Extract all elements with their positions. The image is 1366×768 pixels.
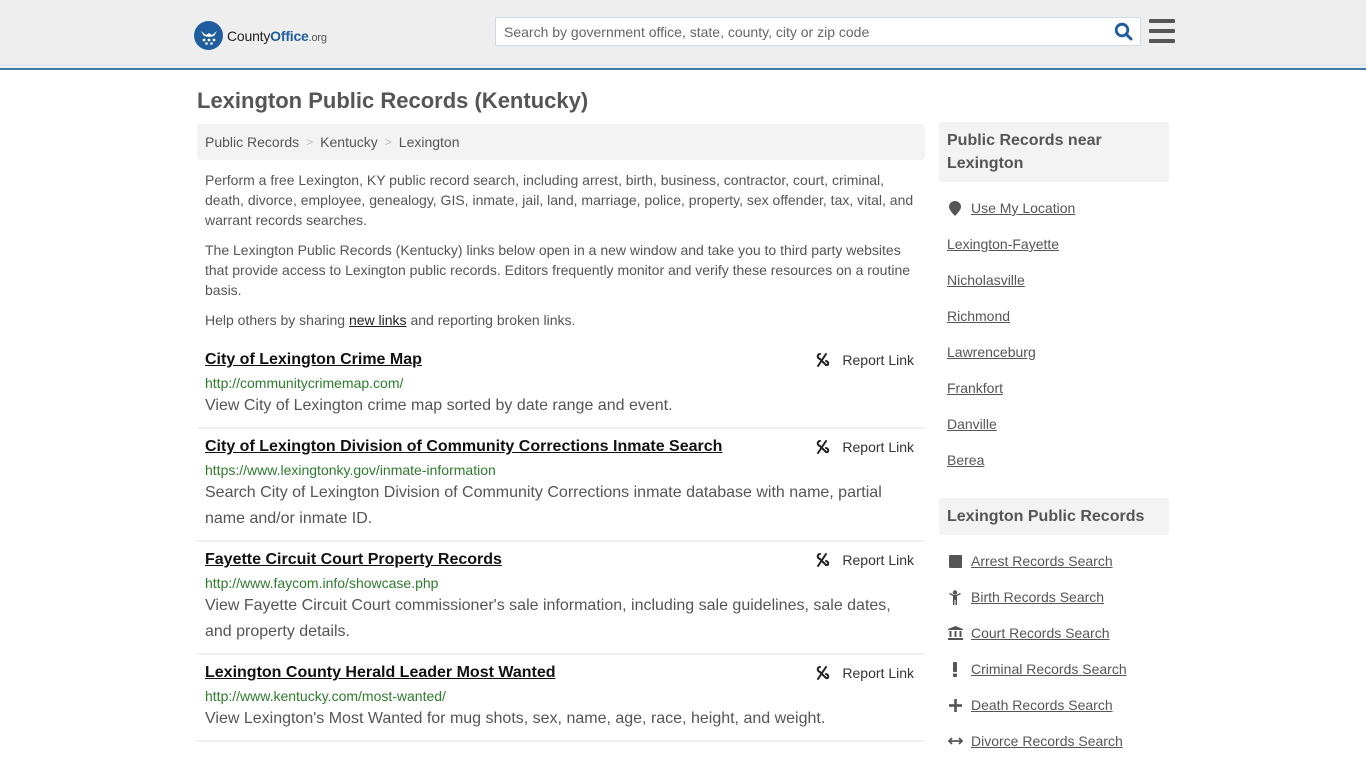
sidebar: Public Records near Lexington Use My Loc… [939,122,1169,759]
breadcrumb: Public Records > Kentucky > Lexington [197,124,925,160]
nearby-item: Richmond [947,298,1161,334]
nearby-link-lexington-fayette[interactable]: Lexington-Fayette [947,236,1059,252]
hamburger-menu-button[interactable] [1149,19,1175,43]
criminal-records-link[interactable]: Criminal Records Search [971,661,1127,677]
report-link-button[interactable]: Report Link [815,352,914,368]
record-type-item: Death Records Search [947,687,1161,723]
menu-bar [1149,39,1175,43]
map-pin-icon [947,200,963,216]
record-link-description: View City of Lexington crime map sorted … [205,397,673,414]
record-link-description: View Lexington's Most Wanted for mug sho… [205,710,826,727]
exclamation-icon [947,661,963,677]
help-text: Help others by sharing [205,312,349,328]
search-input[interactable] [496,18,1106,45]
report-link-label: Report Link [842,552,914,568]
divorce-records-link[interactable]: Divorce Records Search [971,733,1123,749]
help-text: and reporting broken links. [406,312,576,328]
record-link-description: View Fayette Circuit Court commissioner'… [205,597,891,640]
nearby-item: Berea [947,442,1161,478]
record-type-item: Arrest Records Search [947,543,1161,579]
search-button[interactable] [1106,18,1140,45]
nearby-records-heading: Public Records near Lexington [939,122,1169,182]
record-link-title[interactable]: City of Lexington Division of Community … [205,437,722,457]
nearby-link-lawrenceburg[interactable]: Lawrenceburg [947,344,1036,360]
help-paragraph: Help others by sharing new links and rep… [205,310,920,330]
nearby-item: Lawrenceburg [947,334,1161,370]
report-link-label: Report Link [842,352,914,368]
record-links-list: City of Lexington Crime Map Report Link … [197,342,925,742]
cross-icon [947,698,963,712]
breadcrumb-separator: > [384,135,392,149]
record-type-item: Birth Records Search [947,579,1161,615]
birth-records-link[interactable]: Birth Records Search [971,589,1104,605]
courthouse-icon [947,626,963,640]
nearby-link-nicholasville[interactable]: Nicholasville [947,272,1025,288]
death-records-link[interactable]: Death Records Search [971,697,1113,713]
use-my-location-item: Use My Location [947,190,1161,226]
record-link-url: http://www.kentucky.com/most-wanted/ [205,688,446,704]
site-logo[interactable]: CountyOffice.org [194,21,327,50]
court-records-link[interactable]: Court Records Search [971,625,1110,641]
report-link-button[interactable]: Report Link [815,439,914,455]
record-link-url: http://www.faycom.info/showcase.php [205,575,439,591]
search-icon [1114,22,1132,41]
lexington-records-heading: Lexington Public Records [939,498,1169,535]
new-links-link[interactable]: new links [349,312,407,328]
report-link-button[interactable]: Report Link [815,665,914,681]
eagle-logo-icon [194,21,223,50]
list-item: Lexington County Herald Leader Most Want… [197,655,925,742]
arrest-records-link[interactable]: Arrest Records Search [971,553,1113,569]
broken-link-icon [817,353,830,367]
arrows-horizontal-icon [947,736,963,746]
record-link-title[interactable]: City of Lexington Crime Map [205,350,422,370]
record-type-item: Court Records Search [947,615,1161,651]
nearby-item: Lexington-Fayette [947,226,1161,262]
breadcrumb-separator: > [306,135,314,149]
nearby-link-berea[interactable]: Berea [947,452,984,468]
record-type-item: Divorce Records Search [947,723,1161,759]
intro-paragraph: Perform a free Lexington, KY public reco… [205,172,914,228]
nearby-link-frankfort[interactable]: Frankfort [947,380,1003,396]
report-link-label: Report Link [842,439,914,455]
child-icon [947,589,963,605]
record-link-title[interactable]: Lexington County Herald Leader Most Want… [205,663,556,683]
nearby-item: Frankfort [947,370,1161,406]
menu-bar [1149,29,1175,33]
intro-paragraph: The Lexington Public Records (Kentucky) … [205,242,911,298]
report-link-label: Report Link [842,665,914,681]
list-item: City of Lexington Division of Community … [197,429,925,542]
record-link-url: https://www.lexingtonky.gov/inmate-infor… [205,462,496,478]
site-header: CountyOffice.org [0,0,1366,70]
nearby-list: Use My Location Lexington-Fayette Nichol… [939,182,1169,478]
breadcrumb-public-records[interactable]: Public Records [205,134,299,150]
record-link-title[interactable]: Fayette Circuit Court Property Records [205,550,502,570]
list-item: City of Lexington Crime Map Report Link … [197,342,925,429]
record-link-url: http://communitycrimemap.com/ [205,375,404,391]
use-my-location-link[interactable]: Use My Location [971,200,1075,216]
page-title: Lexington Public Records (Kentucky) [197,88,589,113]
search-bar [495,17,1141,46]
nearby-link-richmond[interactable]: Richmond [947,308,1010,324]
record-type-item: Criminal Records Search [947,651,1161,687]
nearby-link-danville[interactable]: Danville [947,416,997,432]
hamburger-menu-icon [1149,19,1175,23]
intro-text: Perform a free Lexington, KY public reco… [205,170,920,340]
nearby-item: Nicholasville [947,262,1161,298]
arrest-square-icon [947,554,963,568]
record-types-list: Arrest Records Search Birth Records Sear… [939,535,1169,759]
broken-link-icon [817,553,830,567]
report-link-button[interactable]: Report Link [815,552,914,568]
breadcrumb-lexington[interactable]: Lexington [399,134,460,150]
broken-link-icon [817,440,830,454]
nearby-item: Danville [947,406,1161,442]
broken-link-icon [817,666,830,680]
breadcrumb-kentucky[interactable]: Kentucky [320,134,378,150]
record-link-description: Search City of Lexington Division of Com… [205,484,882,527]
logo-text: CountyOffice.org [227,27,327,44]
list-item: Fayette Circuit Court Property Records R… [197,542,925,655]
